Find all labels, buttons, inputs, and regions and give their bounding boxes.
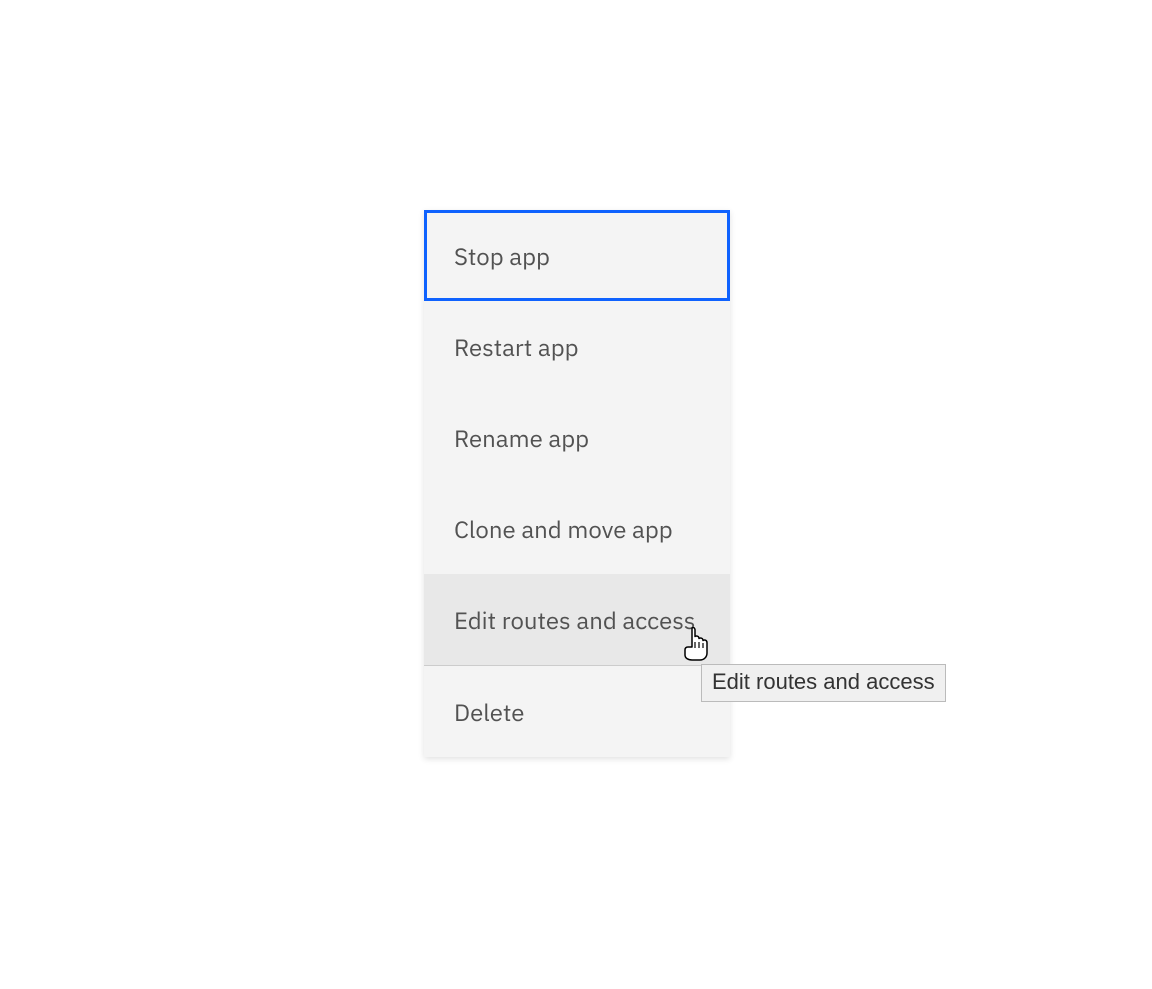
tooltip: Edit routes and access (701, 664, 946, 702)
menu-item-label: Edit routes and access (454, 604, 710, 636)
context-menu: Stop app Restart app Rename app Clone an… (424, 210, 730, 757)
menu-item-label: Rename app (454, 422, 710, 454)
menu-item-delete[interactable]: Delete (424, 666, 730, 757)
menu-item-stop-app[interactable]: Stop app (424, 210, 730, 301)
menu-item-label: Stop app (454, 240, 710, 272)
menu-item-label: Delete (454, 696, 710, 728)
menu-item-restart-app[interactable]: Restart app (424, 301, 730, 392)
menu-item-clone-move-app[interactable]: Clone and move app (424, 483, 730, 574)
menu-item-label: Clone and move app (454, 513, 710, 545)
menu-item-edit-routes-access[interactable]: Edit routes and access (424, 574, 730, 665)
tooltip-text: Edit routes and access (712, 669, 935, 694)
menu-item-label: Restart app (454, 331, 710, 363)
menu-item-rename-app[interactable]: Rename app (424, 392, 730, 483)
